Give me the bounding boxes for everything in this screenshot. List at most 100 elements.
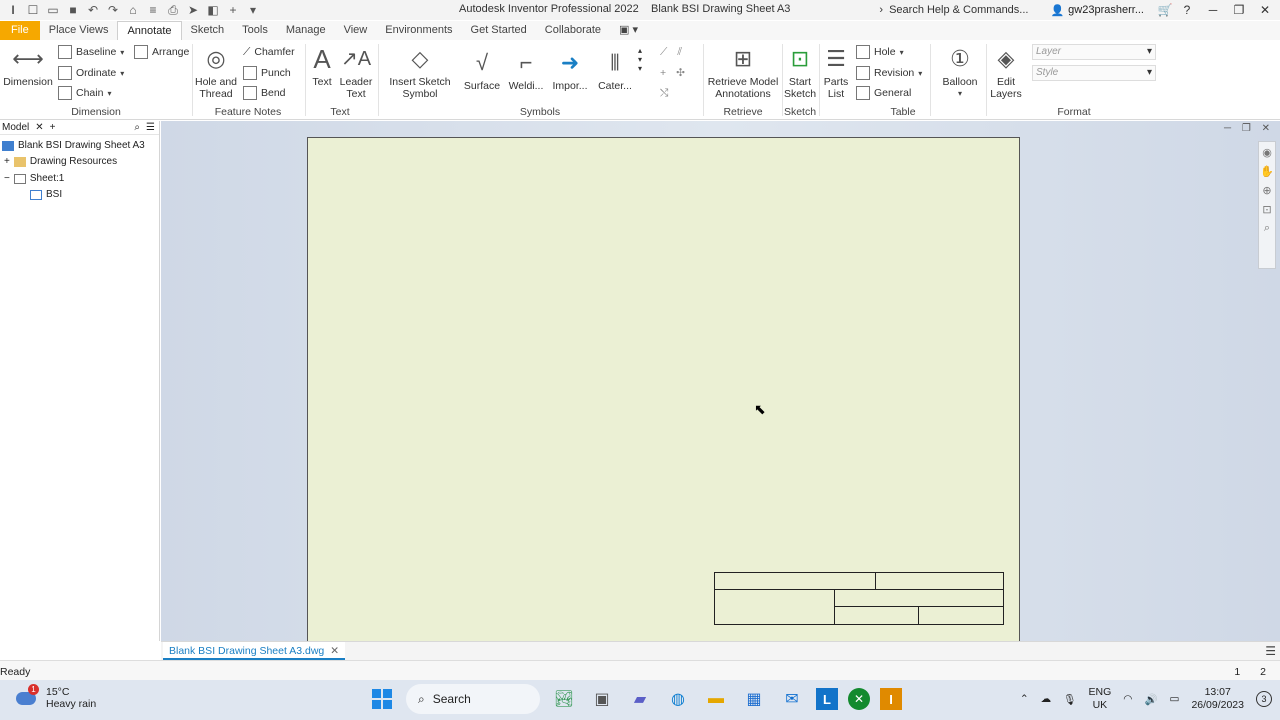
user-account[interactable]: 👤 gw23prasherr... bbox=[1050, 4, 1144, 17]
volume-icon[interactable]: 🔊 bbox=[1144, 693, 1157, 706]
welding-button[interactable]: ⌐ Weldi... bbox=[508, 48, 544, 93]
leader-text-button[interactable]: ↗A Leader Text bbox=[338, 44, 374, 100]
caterpillar-button[interactable]: ⦀ Cater... bbox=[597, 48, 633, 93]
teams-icon[interactable]: ▰ bbox=[626, 684, 654, 714]
notification-badge[interactable]: 3 bbox=[1256, 691, 1272, 707]
steering-wheel-icon[interactable]: ◉ bbox=[1262, 146, 1272, 159]
store-icon[interactable]: ▦ bbox=[740, 684, 768, 714]
task-view-icon[interactable]: ▣ bbox=[588, 684, 616, 714]
open-icon[interactable]: ▭ bbox=[44, 2, 62, 18]
search-help[interactable]: › Search Help & Commands... bbox=[879, 4, 1028, 16]
tree-item-drawing-resources[interactable]: + Drawing Resources bbox=[4, 156, 117, 167]
search-icon[interactable]: ⌕ bbox=[134, 122, 140, 133]
style-dropdown[interactable]: Style bbox=[1032, 65, 1156, 81]
collapse-icon[interactable]: − bbox=[4, 173, 10, 184]
start-button[interactable] bbox=[368, 684, 396, 714]
general-table-button[interactable]: General bbox=[856, 85, 911, 101]
tab-sketch[interactable]: Sketch bbox=[182, 21, 234, 40]
zoom-window-icon[interactable]: ⊡ bbox=[1262, 203, 1271, 216]
microphone-icon[interactable]: 🎙 bbox=[1063, 693, 1076, 706]
retrieve-model-annotations-button[interactable]: ⊞ Retrieve Model Annotations bbox=[706, 44, 780, 101]
dimension-button[interactable]: ⟷ Dimension bbox=[3, 44, 53, 89]
tab-view[interactable]: View bbox=[335, 21, 377, 40]
tab-collaborate[interactable]: Collaborate bbox=[536, 21, 610, 40]
tree-item-sheet[interactable]: − Sheet:1 bbox=[4, 173, 64, 184]
chain-button[interactable]: Chain ▾ bbox=[58, 85, 111, 101]
taskbar-search[interactable]: ⌕ Search bbox=[406, 684, 540, 714]
punch-button[interactable]: Punch bbox=[243, 65, 291, 81]
cart-icon[interactable]: 🛒 bbox=[1154, 3, 1176, 17]
restore-button[interactable]: ❐ bbox=[1228, 3, 1250, 17]
revision-table-button[interactable]: Revision ▾ bbox=[856, 65, 922, 81]
expand-icon[interactable]: + bbox=[4, 156, 10, 167]
customize-icon[interactable]: ▾ bbox=[244, 2, 262, 18]
inventor-logo-icon[interactable]: I bbox=[4, 2, 22, 18]
help-icon[interactable]: ? bbox=[1176, 3, 1198, 17]
text-button[interactable]: A Text bbox=[308, 44, 336, 88]
undo-icon[interactable]: ↶ bbox=[84, 2, 102, 18]
tree-item-bsi[interactable]: BSI bbox=[30, 189, 62, 200]
wifi-icon[interactable]: ◠ bbox=[1123, 693, 1132, 705]
file-explorer-icon[interactable]: ▬ bbox=[702, 684, 730, 714]
chamfer-button[interactable]: ⟋ Chamfer bbox=[243, 44, 295, 60]
tab-annotate[interactable]: Annotate bbox=[117, 21, 182, 40]
insert-sketch-symbol-button[interactable]: ◇ Insert Sketch Symbol bbox=[384, 44, 456, 101]
edit-layers-button[interactable]: ◈ Edit Layers bbox=[988, 44, 1024, 101]
close-icon[interactable]: ✕ bbox=[35, 122, 43, 133]
tree-item-drawing[interactable]: Blank BSI Drawing Sheet A3 bbox=[2, 140, 145, 151]
surface-button[interactable]: √ Surface bbox=[464, 48, 500, 93]
inventor-icon[interactable]: I bbox=[880, 688, 902, 710]
edge-icon[interactable]: ◍ bbox=[664, 684, 692, 714]
bend-button[interactable]: Bend bbox=[243, 85, 286, 101]
balloon-button[interactable]: ① Balloon ▾ bbox=[940, 44, 980, 100]
redo-icon[interactable]: ↷ bbox=[104, 2, 122, 18]
add-icon[interactable]: + bbox=[224, 2, 242, 18]
tab-place-views[interactable]: Place Views bbox=[40, 21, 118, 40]
search-highlight-icon[interactable]: 🏞 bbox=[550, 684, 578, 714]
print-icon[interactable]: ⎙ bbox=[164, 2, 182, 18]
drawing-sheet[interactable] bbox=[307, 137, 1020, 641]
appearance-icon[interactable]: ◧ bbox=[204, 2, 222, 18]
document-tab[interactable]: Blank BSI Drawing Sheet A3.dwg ✕ bbox=[163, 642, 346, 660]
arrange-button[interactable]: Arrange bbox=[134, 44, 189, 60]
tab-manage[interactable]: Manage bbox=[277, 21, 335, 40]
tab-environments[interactable]: Environments bbox=[376, 21, 461, 40]
clock[interactable]: 13:07 26/09/2023 bbox=[1191, 686, 1244, 712]
language-indicator[interactable]: ENG UK bbox=[1089, 686, 1112, 712]
close-button[interactable]: ✕ bbox=[1250, 3, 1280, 17]
zoom-icon[interactable]: ⊕ bbox=[1262, 184, 1271, 197]
home-icon[interactable]: ⌂ bbox=[124, 2, 142, 18]
xbox-icon[interactable]: ✕ bbox=[848, 688, 870, 710]
tab-get-started[interactable]: Get Started bbox=[462, 21, 536, 40]
new-icon[interactable]: ☐ bbox=[24, 2, 42, 18]
start-sketch-button[interactable]: ⊡ Start Sketch bbox=[784, 44, 816, 101]
menu-icon[interactable]: ☰ bbox=[146, 122, 155, 133]
close-icon[interactable]: ✕ bbox=[330, 645, 339, 657]
tab-tools[interactable]: Tools bbox=[233, 21, 277, 40]
battery-icon[interactable]: ▭ bbox=[1170, 693, 1180, 705]
weather-widget[interactable]: 1 15°C Heavy rain bbox=[14, 684, 96, 710]
baseline-button[interactable]: Baseline ▾ bbox=[58, 44, 124, 60]
zoom-all-icon[interactable]: ⌕ bbox=[1264, 222, 1270, 235]
select-icon[interactable]: ➤ bbox=[184, 2, 202, 18]
pan-icon[interactable]: ✋ bbox=[1260, 165, 1274, 178]
browser-tab-model[interactable]: Model bbox=[2, 122, 29, 133]
app-l-icon[interactable]: L bbox=[816, 688, 838, 710]
symbol-tools-row2[interactable]: + ✣ bbox=[660, 65, 685, 81]
mail-icon[interactable]: ✉ bbox=[778, 684, 806, 714]
chevron-up-icon[interactable]: ⌃ bbox=[1020, 693, 1029, 705]
import-button[interactable]: ➜ Impor... bbox=[552, 48, 588, 93]
update-icon[interactable]: ≡ bbox=[144, 2, 162, 18]
ribbon-options-icon[interactable]: ▣ ▾ bbox=[610, 21, 647, 40]
canvas-window-controls[interactable]: ─ ❐ ✕ bbox=[1224, 123, 1274, 134]
gallery-scroll[interactable]: ▴ ▾ ▾ bbox=[638, 46, 642, 96]
onedrive-icon[interactable]: ☁ bbox=[1041, 693, 1052, 705]
hole-table-button[interactable]: Hole ▾ bbox=[856, 44, 904, 60]
graphics-window[interactable]: ─ ❐ ✕ ⬉ ◉ ✋ ⊕ ⊡ ⌕ bbox=[161, 121, 1280, 641]
symbol-tools-row1[interactable]: ⟋ ⫽ bbox=[660, 44, 682, 60]
hole-thread-button[interactable]: ◎ Hole and Thread bbox=[194, 44, 238, 101]
save-icon[interactable]: ■ bbox=[64, 2, 82, 18]
menu-icon[interactable]: ☰ bbox=[1265, 644, 1276, 658]
minimize-button[interactable]: ─ bbox=[1198, 3, 1228, 17]
add-icon[interactable]: + bbox=[50, 122, 56, 133]
